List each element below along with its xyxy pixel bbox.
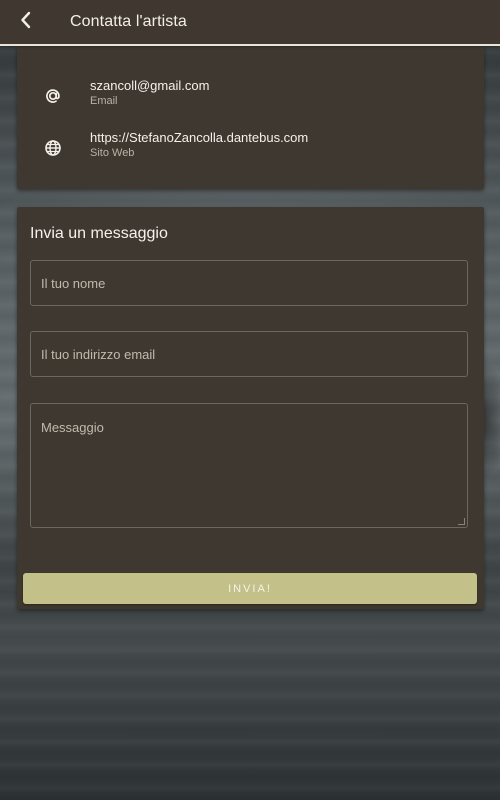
contact-website-label: Sito Web <box>90 147 135 159</box>
chevron-left-icon <box>19 11 33 34</box>
at-sign-icon <box>43 86 63 106</box>
contact-website-row[interactable]: https://StefanoZancolla.dantebus.com Sit… <box>17 130 484 170</box>
send-button[interactable]: INVIA! <box>23 573 477 604</box>
name-field[interactable] <box>30 260 468 306</box>
message-field[interactable] <box>30 403 468 528</box>
app-bar: Contatta l'artista <box>0 0 500 44</box>
contact-email-value: szancoll@gmail.com <box>90 78 210 93</box>
message-form-card: Invia un messaggio INVIA! <box>17 207 484 609</box>
contact-email-row[interactable]: szancoll@gmail.com Email <box>17 78 484 118</box>
resize-handle[interactable] <box>458 518 465 525</box>
contact-website-value: https://StefanoZancolla.dantebus.com <box>90 130 309 145</box>
app-bar-divider <box>0 44 500 46</box>
email-input[interactable] <box>31 332 467 376</box>
globe-icon <box>43 138 63 158</box>
contact-email-label: Email <box>90 95 118 107</box>
email-field[interactable] <box>30 331 468 377</box>
form-title: Invia un messaggio <box>30 225 168 242</box>
page-title: Contatta l'artista <box>70 13 187 30</box>
name-input[interactable] <box>31 261 467 305</box>
message-textarea[interactable] <box>31 404 467 527</box>
contact-info-card: szancoll@gmail.com Email https://Stefano… <box>17 46 484 189</box>
back-button[interactable] <box>10 6 42 38</box>
